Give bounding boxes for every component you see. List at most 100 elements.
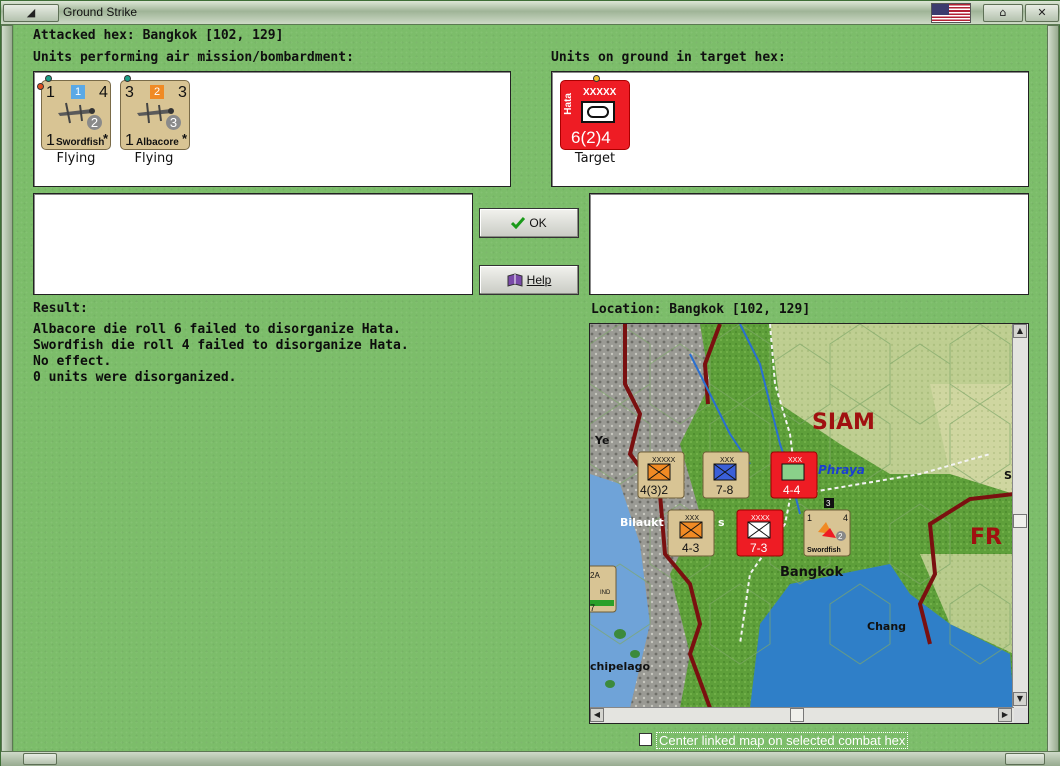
map-vertical-scrollbar[interactable]: ▲ ▼ xyxy=(1012,324,1028,708)
map-label-ye: Ye xyxy=(594,434,609,447)
map-label-bilauk-s: s xyxy=(718,516,725,529)
result-label: Result: xyxy=(33,301,88,316)
map-label-chang: Chang xyxy=(867,620,906,633)
minimize-button[interactable]: ◢ xyxy=(3,4,59,22)
counter-size: XXX xyxy=(720,457,734,464)
defender-info-panel xyxy=(589,193,1029,295)
location-label: Location: Bangkok [102, 129] xyxy=(591,302,811,317)
checkmark-icon xyxy=(511,217,526,229)
counter-size: XXXX xyxy=(751,515,770,522)
counter-size: XXXXX xyxy=(652,457,676,464)
counter-star: * xyxy=(182,131,188,146)
counter-value: 1 xyxy=(46,132,55,149)
help-button[interactable]: Help xyxy=(479,265,579,295)
status-dot-icon xyxy=(593,75,600,82)
right-frame xyxy=(1047,25,1059,753)
counter-name: Swordfish xyxy=(56,137,105,148)
counter-circle: 2 xyxy=(838,532,843,541)
counter-strength: 7-3 xyxy=(750,541,768,555)
scroll-left-arrow-icon[interactable]: ◀ xyxy=(590,708,604,722)
counter-strength: 4-3 xyxy=(682,541,700,555)
counter-size: XXXXX xyxy=(583,87,617,98)
minimize-icon: ◢ xyxy=(26,6,36,19)
ground-strike-window: ◢ Ground Strike ⌂ ✕ Attacked hex: Bangko… xyxy=(0,0,1060,766)
map-counter-15th-inf[interactable]: XXXX 7-3 xyxy=(736,509,784,557)
counter-size: XXX xyxy=(685,515,699,522)
ok-label: OK xyxy=(529,216,547,230)
scroll-right-arrow-icon[interactable]: ▶ xyxy=(998,708,1012,722)
counter-value: 1 xyxy=(807,513,812,523)
restore-button[interactable]: ⌂ xyxy=(983,4,1023,22)
map-label-bilauk: Bilaukt xyxy=(620,516,664,529)
result-text: Albacore die roll 6 failed to disorganiz… xyxy=(33,322,409,386)
counter-value: 1 xyxy=(46,84,55,101)
attacker-info-panel xyxy=(33,193,473,295)
counter-name: Albacore xyxy=(136,137,179,148)
status-dot-icon xyxy=(124,75,131,82)
counter-name: Hata xyxy=(563,93,574,115)
attacked-hex-label: Attacked hex: Bangkok [102, 129] xyxy=(33,28,284,43)
counter-value: 3 xyxy=(125,84,134,101)
horizontal-scroll-thumb[interactable] xyxy=(790,708,804,722)
status-dot-icon xyxy=(37,83,44,90)
result-line: 0 units were disorganized. xyxy=(33,370,237,385)
counter-value: 4 xyxy=(843,513,848,523)
map-label-fr: FR xyxy=(970,525,1002,550)
result-line: Swordfish die roll 4 failed to disorgani… xyxy=(33,338,409,353)
stack-count: 3 xyxy=(826,499,831,508)
counter-badge: 1 xyxy=(71,85,85,99)
counter-circle: 2 xyxy=(87,115,102,130)
counter-circle: 3 xyxy=(166,115,181,130)
left-frame xyxy=(1,25,13,753)
map-counter-12th-ind-inf[interactable]: XXX 4-3 xyxy=(667,509,715,557)
us-flag-icon xyxy=(931,3,971,23)
albacore-counter[interactable]: 3 2 3 3 1 Albacore * xyxy=(120,75,190,150)
resize-left-button[interactable] xyxy=(23,753,57,765)
vertical-scroll-thumb[interactable] xyxy=(1013,514,1027,528)
hq-symbol-icon xyxy=(581,101,615,123)
dialog-content: Attacked hex: Bangkok [102, 129] Units p… xyxy=(14,25,1047,751)
scroll-up-arrow-icon[interactable]: ▲ xyxy=(1013,324,1027,338)
counter-strength: 7 xyxy=(590,603,595,613)
swordfish-status: Flying xyxy=(56,151,96,166)
result-line: No effect. xyxy=(33,354,112,369)
counter-badge: 2 xyxy=(150,85,164,99)
mini-map[interactable]: SIAM FR Phraya Ye Bilaukt s Bangkok Chan… xyxy=(589,323,1029,724)
map-label-siam: SIAM xyxy=(812,410,875,435)
restore-icon: ⌂ xyxy=(999,6,1007,19)
map-counter-jna[interactable]: XXX 4-4 xyxy=(770,451,818,499)
map-label-bangkok: Bangkok xyxy=(780,565,843,580)
ok-button[interactable]: OK xyxy=(479,208,579,238)
swordfish-counter[interactable]: 1 1 4 2 1 Swordfish * xyxy=(37,75,111,150)
scroll-down-arrow-icon[interactable]: ▼ xyxy=(1013,692,1027,706)
resize-right-button[interactable] xyxy=(1005,753,1045,765)
center-map-checkbox[interactable] xyxy=(639,733,652,746)
map-counter-edge-ind[interactable]: 2A IND 7 xyxy=(590,565,617,613)
close-icon: ✕ xyxy=(1037,6,1047,19)
counter-value: 4 xyxy=(99,84,108,101)
hata-status: Target xyxy=(574,151,616,166)
close-button[interactable]: ✕ xyxy=(1025,4,1059,22)
center-map-checkbox-label[interactable]: Center linked map on selected combat hex xyxy=(656,732,909,749)
counter-size: 2A xyxy=(590,571,600,580)
map-canvas[interactable]: SIAM FR Phraya Ye Bilaukt s Bangkok Chan… xyxy=(590,324,1014,708)
counter-name: Swordfish xyxy=(807,547,841,554)
map-horizontal-scrollbar[interactable]: ◀ ▶ xyxy=(590,707,1014,723)
ground-units-panel: XXXXX Hata 6(2)4 Target xyxy=(551,71,1029,187)
map-label-phraya: Phraya xyxy=(818,463,865,477)
hata-counter[interactable]: XXXXX Hata 6(2)4 xyxy=(560,75,630,150)
counter-value: 1 xyxy=(125,132,134,149)
help-book-icon xyxy=(507,273,523,287)
title-bar[interactable]: ◢ Ground Strike ⌂ ✕ xyxy=(1,1,1060,25)
map-counter-2nd-aus-inf[interactable]: XXX 7-8 xyxy=(702,451,750,499)
air-units-label: Units performing air mission/bombardment… xyxy=(33,50,354,65)
help-label: Help xyxy=(526,273,552,287)
counter-star: * xyxy=(103,131,109,146)
counter-strength: 6(2)4 xyxy=(571,128,611,147)
counter-value: 3 xyxy=(178,84,187,101)
counter-strength: 4(3)2 xyxy=(640,483,668,497)
bottom-frame xyxy=(1,751,1060,766)
map-counter-tenasserim[interactable]: XXXXX 4(3)2 xyxy=(637,451,685,499)
counter-strength: 4-4 xyxy=(783,483,801,497)
counter-size: XXX xyxy=(788,457,802,464)
